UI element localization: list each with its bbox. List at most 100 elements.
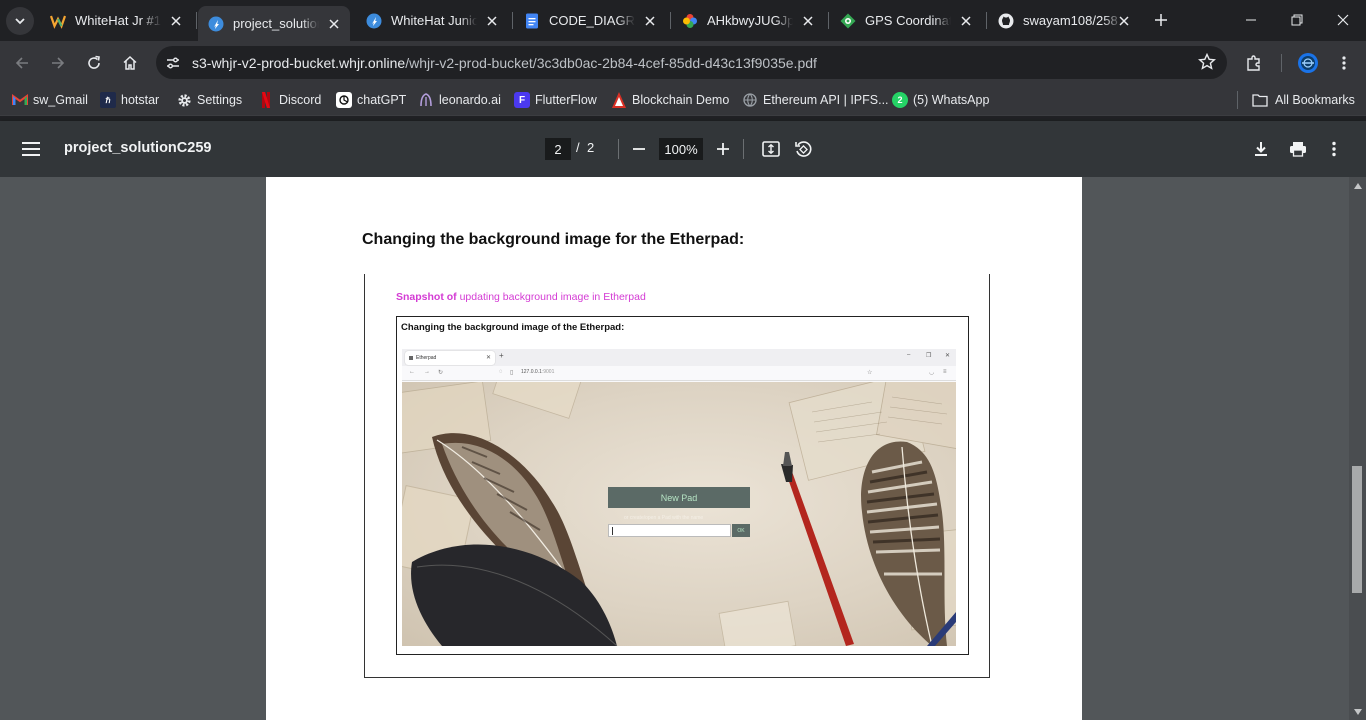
- close-icon[interactable]: [958, 13, 974, 29]
- pdf-toolbar: project_solutionC259 2 / 2 100%: [0, 121, 1366, 177]
- bookmark-whatsapp[interactable]: 2 (5) WhatsApp: [892, 91, 989, 109]
- tab-divider: [670, 12, 671, 29]
- restore-button[interactable]: [1285, 8, 1309, 32]
- minimize-button[interactable]: [1239, 8, 1263, 32]
- url-path: /whjr-v2-prod-bucket/3c3db0ac-2b84-4cef-…: [405, 54, 817, 71]
- print-button[interactable]: [1285, 136, 1311, 162]
- github-icon: [998, 13, 1014, 29]
- pdf-sidebar-toggle[interactable]: [18, 137, 44, 161]
- mini-minimize-icon: –: [907, 352, 911, 358]
- all-bookmarks-button[interactable]: All Bookmarks: [1252, 91, 1355, 109]
- tab-project-solution[interactable]: project_solutionC259: [198, 6, 350, 41]
- bookmark-label: chatGPT: [357, 93, 407, 107]
- close-icon[interactable]: [326, 16, 342, 32]
- close-icon[interactable]: [168, 13, 184, 29]
- address-bar[interactable]: s3-whjr-v2-prod-bucket.whjr.online/whjr-…: [156, 46, 1227, 79]
- profile-button[interactable]: [1294, 49, 1322, 77]
- zoom-out-button[interactable]: [626, 136, 652, 162]
- mini-menu-icon: ≡: [943, 369, 947, 375]
- new-tab-button[interactable]: [1150, 9, 1172, 31]
- bookmark-label: sw_Gmail: [33, 93, 88, 107]
- vertical-scrollbar[interactable]: [1349, 177, 1366, 720]
- page-number-input[interactable]: 2: [545, 138, 571, 160]
- tab-google-photos[interactable]: AHkbwyJUGJpc8: [672, 6, 824, 35]
- zoom-in-button[interactable]: [710, 136, 736, 162]
- bookmark-blockchain-demo[interactable]: Blockchain Demo: [611, 91, 729, 109]
- tab-divider: [828, 12, 829, 29]
- bookmark-hotstar[interactable]: ℏ hotstar: [100, 91, 159, 109]
- tab-gps-coordinates[interactable]: GPS Coordinates: [830, 6, 982, 35]
- bookmark-leonardo[interactable]: leonardo.ai: [418, 91, 501, 109]
- whatsapp-icon: 2: [892, 92, 908, 108]
- bookmark-flutterflow[interactable]: F FlutterFlow: [514, 91, 597, 109]
- mini-forward-icon: →: [424, 369, 430, 375]
- toolbar-divider: [1281, 54, 1282, 72]
- tab-whitehat-junior[interactable]: WhiteHat Junior: [356, 6, 508, 35]
- reload-icon: [88, 55, 100, 69]
- close-icon[interactable]: [1116, 13, 1132, 29]
- bookmark-label: Blockchain Demo: [632, 93, 730, 107]
- close-icon[interactable]: [484, 13, 500, 29]
- tab-github[interactable]: swayam108/258: [988, 6, 1140, 35]
- bookmark-label: hotstar: [121, 93, 160, 107]
- site-info-icon[interactable]: [160, 50, 186, 76]
- mini-restore-icon: ❐: [926, 353, 932, 359]
- pad-ok-button: OK: [732, 524, 750, 537]
- pdf-more-button[interactable]: [1321, 136, 1347, 162]
- text-caret: [612, 527, 613, 535]
- arrow-left-icon: [15, 57, 28, 69]
- page-total: 2: [587, 140, 595, 155]
- whitehat-rocket-icon: [366, 13, 382, 29]
- flutterflow-icon: F: [514, 92, 530, 108]
- fit-to-page-button[interactable]: [758, 136, 784, 162]
- bookmark-label: Ethereum API | IPFS...: [763, 93, 889, 107]
- plus-icon: [717, 143, 729, 155]
- mini-nav-bar: ← → ↻ ◌ ▯ 127.0.0.1:9001 ☆ ◡ ≡: [402, 366, 956, 381]
- gear-icon: [176, 92, 192, 108]
- minimize-icon: [1246, 19, 1256, 21]
- download-button[interactable]: [1248, 136, 1274, 162]
- screenshot-frame: Changing the background image of the Eth…: [396, 316, 969, 655]
- fit-page-icon: [762, 141, 780, 157]
- bookmark-star-icon[interactable]: [1197, 52, 1217, 72]
- browser-toolbar: s3-whjr-v2-prod-bucket.whjr.online/whjr-…: [0, 41, 1366, 84]
- more-vert-icon: [1342, 56, 1346, 70]
- scroll-down-arrow[interactable]: [1349, 705, 1366, 719]
- url-host: s3-whjr-v2-prod-bucket.whjr.online: [192, 54, 406, 71]
- mini-url-port: :9001: [541, 369, 555, 375]
- mini-close-icon: ✕: [485, 355, 491, 361]
- bookmark-chatgpt[interactable]: chatGPT: [336, 91, 406, 109]
- close-window-button[interactable]: [1331, 8, 1355, 32]
- tab-title: WhiteHat Junior: [391, 13, 477, 28]
- scrollbar-thumb[interactable]: [1352, 466, 1362, 593]
- bookmark-ethereum-api[interactable]: Ethereum API | IPFS...: [742, 91, 889, 109]
- rotate-button[interactable]: [790, 136, 816, 162]
- snapshot-caption-rest: updating background image in Etherpad: [456, 291, 646, 303]
- tab-strip: WhiteHat Jr #1 Coding project_solutionC2…: [0, 0, 1366, 41]
- home-button[interactable]: [116, 49, 144, 77]
- forward-button[interactable]: [44, 49, 72, 77]
- tab-search-button[interactable]: [6, 7, 34, 35]
- page-separator: /: [576, 140, 580, 155]
- bookmark-discord[interactable]: Discord: [258, 91, 321, 109]
- tab-divider: [512, 12, 513, 29]
- tab-code-diagram[interactable]: CODE_DIAGRAM: [514, 6, 666, 35]
- snapshot-caption: Snapshot of updating background image in…: [396, 291, 646, 303]
- back-button[interactable]: [8, 49, 36, 77]
- bookmark-sw-gmail[interactable]: sw_Gmail: [12, 91, 88, 109]
- mini-tab: Etherpad ✕: [405, 351, 495, 365]
- tab-whitehat-jr[interactable]: WhiteHat Jr #1 Coding: [40, 6, 192, 35]
- scroll-up-arrow[interactable]: [1349, 179, 1366, 193]
- mini-url: 127.0.0.1:9001: [521, 369, 554, 375]
- pad-name-hint: or create/open a Pad with the name: [624, 515, 704, 521]
- reload-button[interactable]: [80, 49, 108, 77]
- zoom-level-input[interactable]: 100%: [659, 138, 703, 160]
- pdf-viewer[interactable]: Changing the background image for the Et…: [0, 177, 1366, 720]
- folder-icon: [1252, 92, 1268, 108]
- close-icon[interactable]: [800, 13, 816, 29]
- close-icon[interactable]: [642, 13, 658, 29]
- chrome-menu-button[interactable]: [1330, 49, 1358, 77]
- bookmark-settings[interactable]: Settings: [176, 91, 242, 109]
- extensions-button[interactable]: [1240, 49, 1268, 77]
- netflix-icon: [258, 92, 274, 108]
